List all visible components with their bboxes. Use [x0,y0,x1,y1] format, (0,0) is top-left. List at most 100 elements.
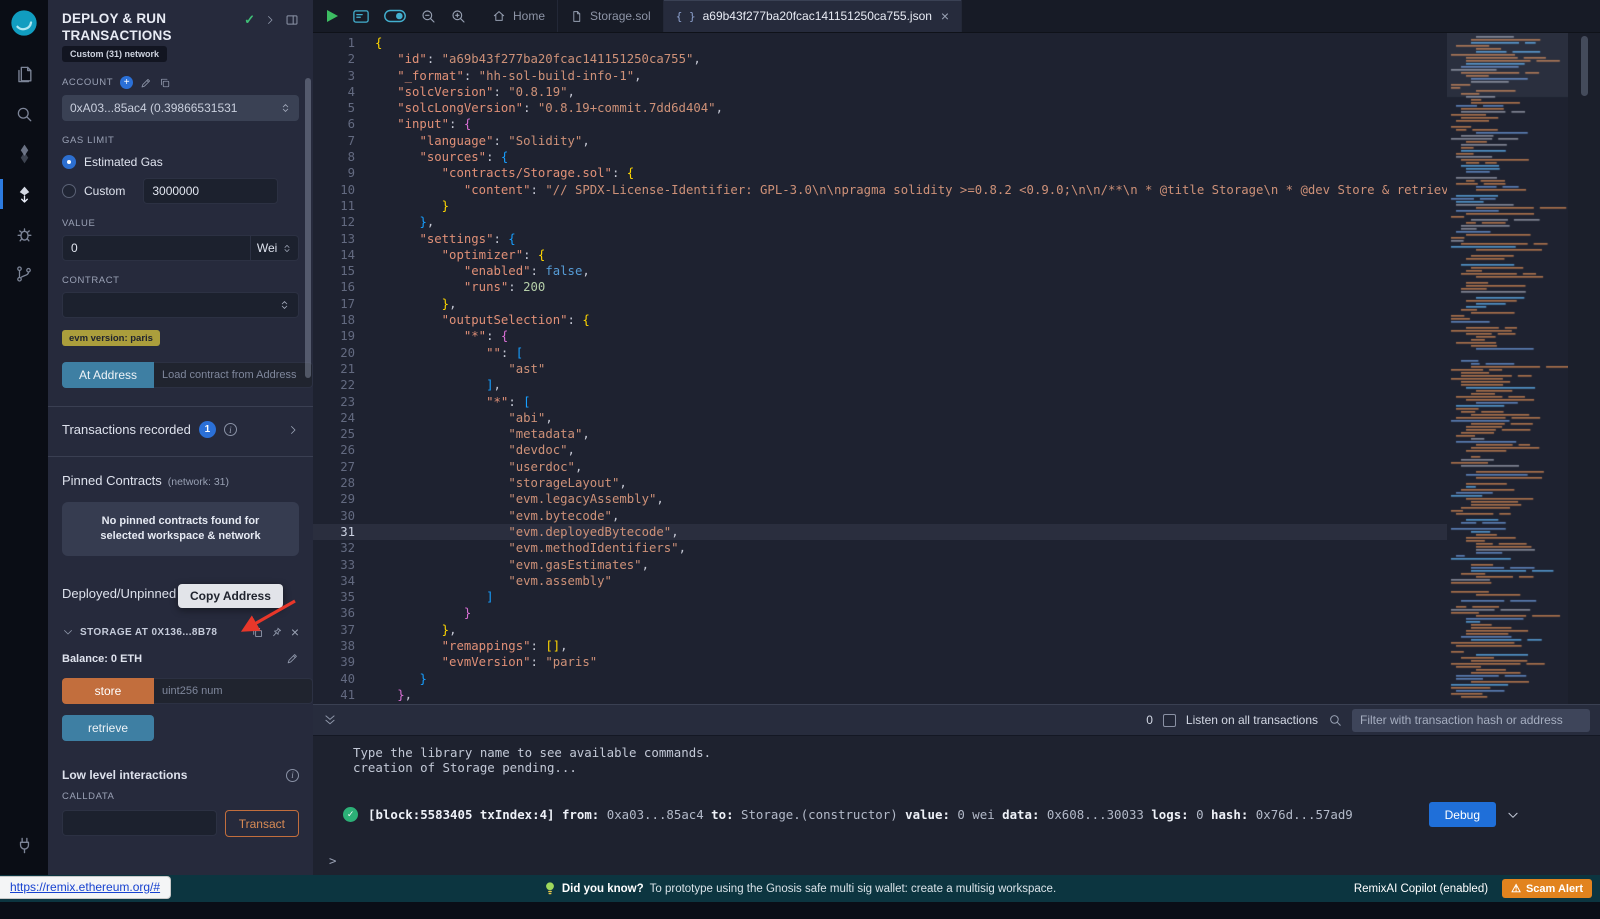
code-line[interactable]: 33 "evm.gasEstimates", [313,557,1447,573]
code-line[interactable]: 36 } [313,605,1447,621]
code-line[interactable]: 40 } [313,671,1447,687]
code-line[interactable]: 26 "devdoc", [313,442,1447,458]
pin-panel-layout-icon[interactable] [285,13,299,27]
expand-log-icon[interactable] [1506,808,1520,822]
calldata-input[interactable] [62,810,217,836]
code-line[interactable]: 2 "id": "a69b43f277ba20fcac141151250ca75… [313,51,1447,67]
code-line[interactable]: 1{ [313,35,1447,51]
code-line[interactable]: 21 "ast" [313,361,1447,377]
sidebar-item-debugger[interactable] [0,214,48,254]
sidebar-item-file-explorer[interactable] [0,54,48,94]
value-input[interactable] [62,235,251,261]
code-line[interactable]: 5 "solcLongVersion": "0.8.19+commit.7dd6… [313,100,1447,116]
collapse-contract-icon[interactable] [62,626,74,638]
code-line[interactable]: 18 "outputSelection": { [313,312,1447,328]
copilot-toggle[interactable] [384,9,406,23]
estimated-gas-radio[interactable]: Estimated Gas [62,155,299,169]
code-line[interactable]: 38 "remappings": [], [313,638,1447,654]
scam-alert-button[interactable]: ⚠ Scam Alert [1502,879,1592,898]
remix-logo[interactable] [9,8,39,38]
code-editor[interactable]: 1{2 "id": "a69b43f277ba20fcac141151250ca… [313,33,1600,704]
code-line[interactable]: 13 "settings": { [313,231,1447,247]
at-address-button[interactable]: At Address [62,362,154,388]
code-line[interactable]: 31 "evm.deployedBytecode", [313,524,1447,540]
code-line[interactable]: 6 "input": { [313,116,1447,132]
code-line[interactable]: 22 ], [313,377,1447,393]
copy-account-icon[interactable] [159,77,171,89]
panel-scrollbar[interactable] [305,78,311,378]
sidebar-item-deploy-and-run[interactable] [0,174,48,214]
code-line[interactable]: 25 "metadata", [313,426,1447,442]
ai-assistant-icon[interactable] [352,9,370,24]
store-button[interactable]: store [62,678,154,704]
close-tab-icon[interactable]: × [941,9,949,23]
code-line[interactable]: 35 ] [313,589,1447,605]
info-icon[interactable]: i [286,769,299,782]
zoom-out-icon[interactable] [420,8,436,24]
create-account-icon[interactable]: + [120,76,133,89]
sidebar-item-solidity-compiler[interactable] [0,134,48,174]
minimap[interactable] [1447,33,1568,704]
info-icon[interactable]: i [224,423,237,436]
tab-build-info-json[interactable]: { } a69b43f277ba20fcac141151250ca755.jso… [664,0,962,32]
sidebar-item-git[interactable] [0,254,48,294]
code-line[interactable]: 34 "evm.assembly" [313,573,1447,589]
account-select[interactable]: 0xA03...85ac4 (0.39866531531 [62,95,299,121]
code-line[interactable]: 9 "contracts/Storage.sol": { [313,165,1447,181]
run-script-icon[interactable] [327,10,338,22]
retrieve-button[interactable]: retrieve [62,715,154,741]
transaction-log-row[interactable]: ✓ [block:5583405 txIndex:4] from: 0xa03.… [343,802,1600,827]
code-line[interactable]: 15 "enabled": false, [313,263,1447,279]
deployed-contract-name[interactable]: STORAGE AT 0X136...8B78 [80,627,245,638]
code-line[interactable]: 19 "*": { [313,328,1447,344]
value-unit-select[interactable]: Wei [251,235,299,261]
listen-checkbox[interactable] [1163,714,1176,727]
code-line[interactable]: 10 "content": "// SPDX-License-Identifie… [313,182,1447,198]
code-line[interactable]: 39 "evmVersion": "paris" [313,654,1447,670]
terminal-body[interactable]: Type the library name to see available c… [313,736,1600,868]
code-line[interactable]: 30 "evm.bytecode", [313,508,1447,524]
edit-balance-icon[interactable] [286,652,299,665]
filter-input[interactable] [1352,709,1590,732]
tab-storage-sol[interactable]: Storage.sol [558,0,664,32]
code-line[interactable]: 17 }, [313,296,1447,312]
code-line[interactable]: 8 "sources": { [313,149,1447,165]
zoom-in-icon[interactable] [450,8,466,24]
code-line[interactable]: 14 "optimizer": { [313,247,1447,263]
custom-gas-input[interactable] [143,178,278,204]
code-line[interactable]: 11 } [313,198,1447,214]
terminal-prompt[interactable]: > [329,853,1600,868]
code-line[interactable]: 37 }, [313,622,1447,638]
code-line[interactable]: 29 "evm.legacyAssembly", [313,491,1447,507]
at-address-input[interactable] [154,362,313,388]
store-input[interactable] [154,678,313,704]
collapse-panel-icon[interactable] [264,14,276,26]
sidebar-item-search[interactable] [0,94,48,134]
copy-address-icon[interactable] [251,626,264,639]
editor-scrollbar-thumb[interactable] [1581,36,1588,96]
code-line[interactable]: 28 "storageLayout", [313,475,1447,491]
pin-contract-icon[interactable] [270,626,283,639]
contract-select[interactable] [62,292,299,318]
transact-button[interactable]: Transact [225,810,299,837]
code-line[interactable]: 16 "runs": 200 [313,279,1447,295]
expand-transactions-icon[interactable] [287,424,299,436]
copilot-status[interactable]: RemixAI Copilot (enabled) [1354,883,1488,895]
sidebar-item-plugin-manager[interactable] [0,825,48,865]
editor-scroll-area[interactable] [1568,33,1600,704]
code-line[interactable]: 4 "solcVersion": "0.8.19", [313,84,1447,100]
edit-account-icon[interactable] [140,77,152,89]
code-line[interactable]: 24 "abi", [313,410,1447,426]
code-line[interactable]: 3 "_format": "hh-sol-build-info-1", [313,68,1447,84]
code-line[interactable]: 41 }, [313,687,1447,703]
toggle-terminal-icon[interactable] [323,713,337,727]
code-line[interactable]: 7 "language": "Solidity", [313,133,1447,149]
code-line[interactable]: 27 "userdoc", [313,459,1447,475]
code-line[interactable]: 12 }, [313,214,1447,230]
code-line[interactable]: 20 "": [ [313,345,1447,361]
debug-button[interactable]: Debug [1429,802,1496,827]
remove-contract-icon[interactable]: × [291,625,299,639]
tab-home[interactable]: Home [480,0,558,32]
custom-gas-radio[interactable]: Custom [62,178,299,204]
code-line[interactable]: 23 "*": [ [313,394,1447,410]
